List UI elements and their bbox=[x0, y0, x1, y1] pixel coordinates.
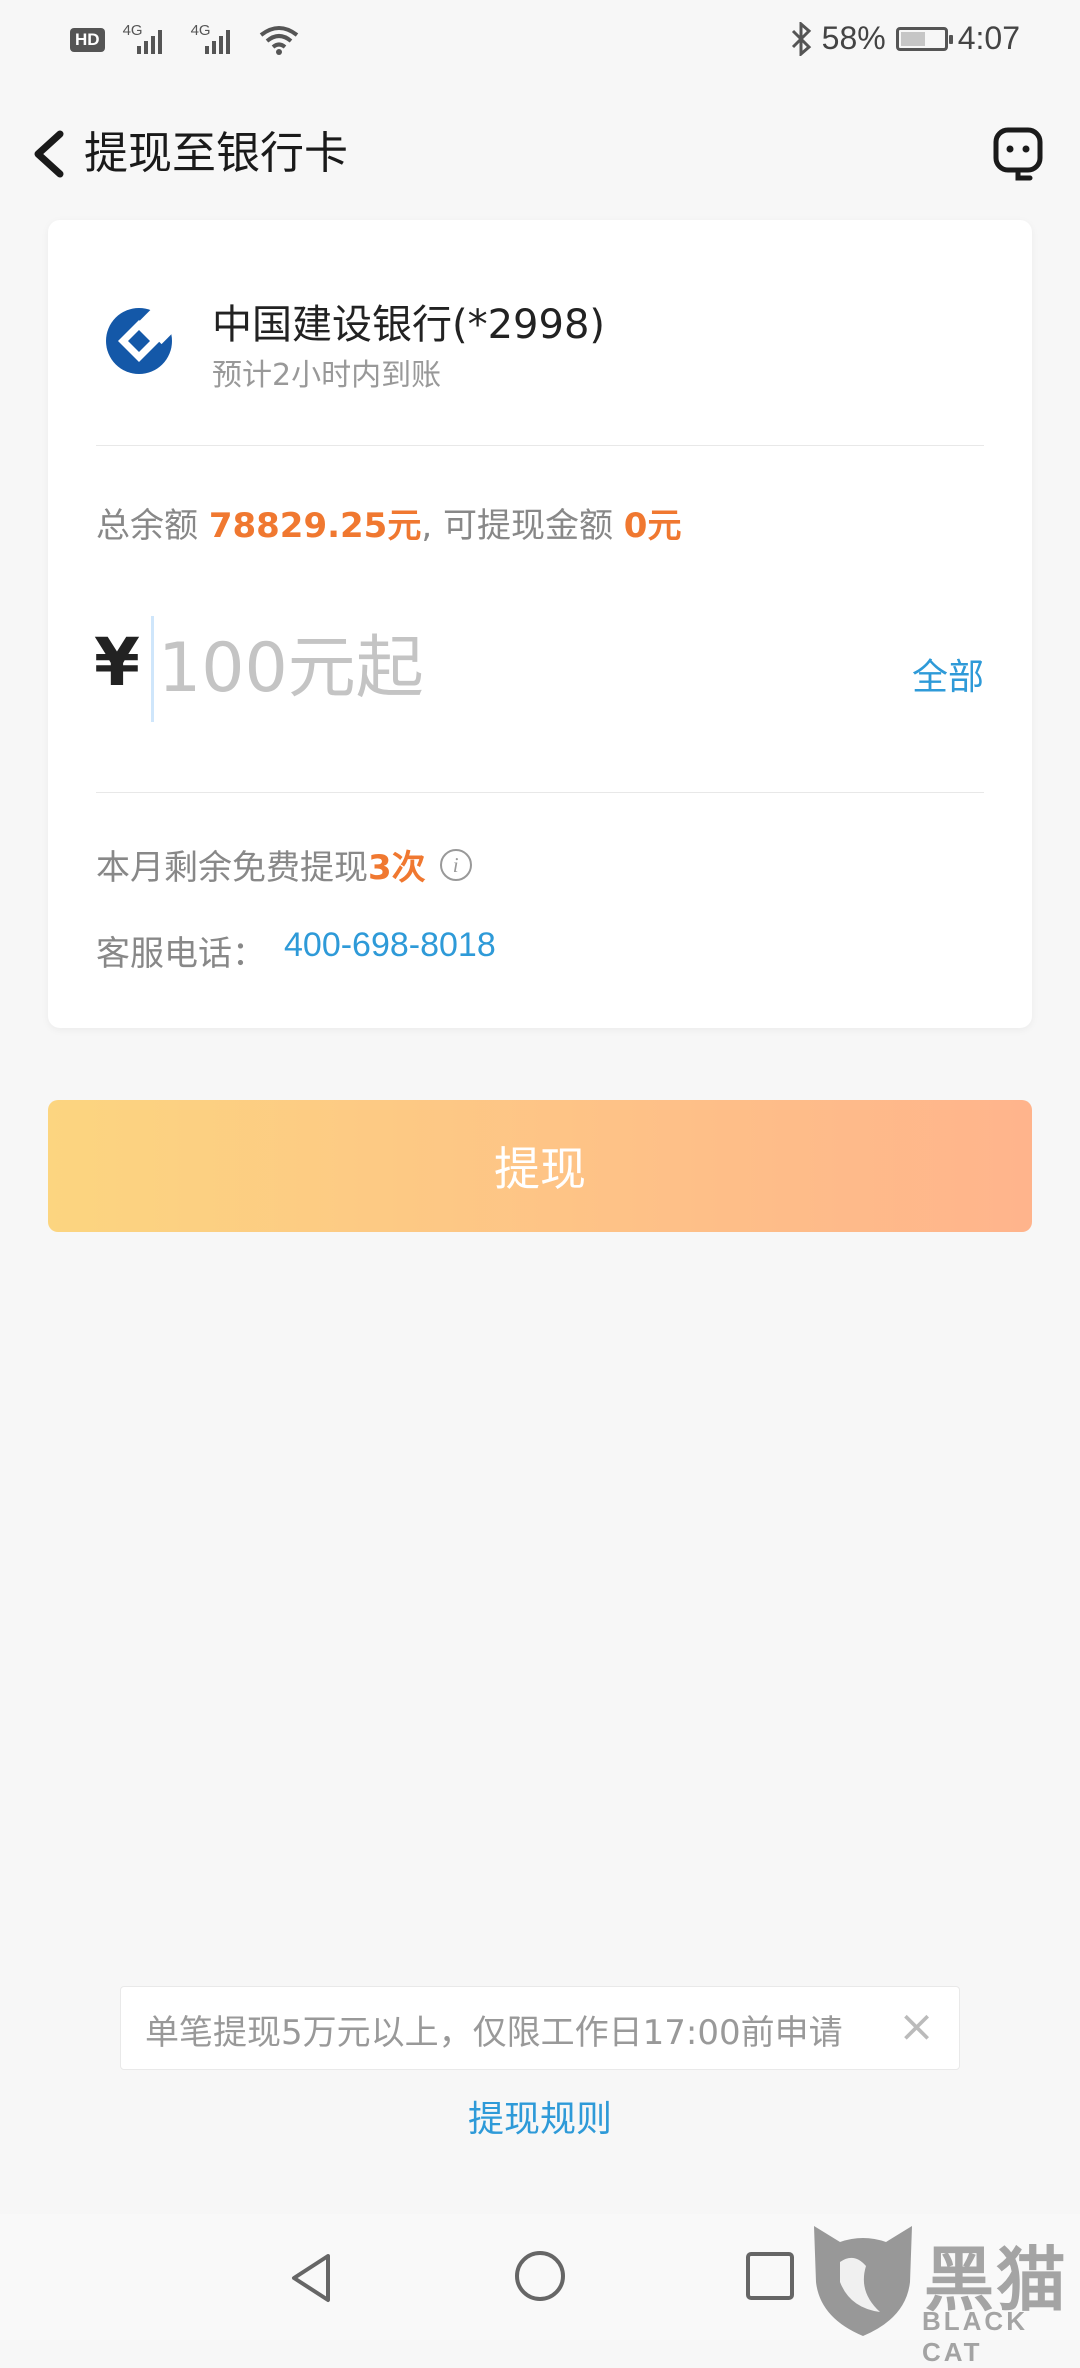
withdraw-button[interactable]: 提现 bbox=[48, 1100, 1032, 1232]
available-label: 可提现金额 bbox=[442, 506, 613, 546]
bluetooth-icon bbox=[791, 21, 811, 56]
total-balance-value: 78829.25元 bbox=[208, 506, 422, 546]
page-title: 提现至银行卡 bbox=[84, 128, 348, 179]
amount-input[interactable] bbox=[158, 618, 858, 718]
arrival-time: 预计2小时内到账 bbox=[212, 358, 442, 393]
divider bbox=[96, 445, 984, 446]
back-arrow-icon[interactable] bbox=[24, 124, 74, 184]
notice-banner: 单笔提现5万元以上，仅限工作日17:00前申请 × bbox=[120, 1986, 960, 2070]
nav-home-icon[interactable] bbox=[510, 2246, 570, 2306]
free-withdraw-line: 本月剩余免费提现 3次 i bbox=[96, 840, 472, 889]
customer-service-icon[interactable] bbox=[990, 124, 1048, 182]
notice-text: 单笔提现5万元以上，仅限工作日17:00前申请 bbox=[145, 2013, 843, 2053]
status-left: HD 4G 4G bbox=[70, 22, 299, 58]
nav-back-icon[interactable] bbox=[282, 2248, 342, 2308]
info-icon[interactable]: i bbox=[439, 848, 472, 881]
watermark-subtitle: BLACK CAT bbox=[922, 2306, 1028, 2367]
total-balance-label: 总余额 bbox=[96, 506, 198, 546]
service-phone-link[interactable]: 400-698-8018 bbox=[284, 926, 496, 965]
hd-badge: HD bbox=[70, 28, 105, 52]
divider bbox=[96, 792, 984, 793]
black-cat-watermark: 黑猫 BLACK CAT bbox=[806, 2220, 1080, 2367]
free-withdraw-count: 3次 bbox=[368, 848, 426, 888]
balance-line: 总余额 78829.25元, 可提现金额 0元 bbox=[96, 498, 681, 547]
withdraw-all-button[interactable]: 全部 bbox=[912, 648, 984, 700]
ccb-bank-logo-icon bbox=[106, 306, 174, 374]
available-value: 0元 bbox=[623, 506, 682, 546]
input-caret bbox=[151, 616, 154, 722]
battery-icon bbox=[895, 26, 953, 51]
cellular-signal-icon: 4G bbox=[123, 22, 173, 58]
cellular-signal-icon: 4G bbox=[191, 22, 241, 58]
cat-shield-logo-icon bbox=[814, 2226, 912, 2336]
battery-percent: 58% bbox=[821, 20, 886, 56]
status-right: 58% 4:07 bbox=[790, 20, 1020, 57]
status-bar: HD 4G 4G 58% 4:07 bbox=[0, 0, 1080, 90]
close-icon[interactable]: × bbox=[898, 1997, 935, 2057]
balance-separator: , bbox=[421, 506, 433, 546]
clock: 4:07 bbox=[957, 20, 1020, 56]
service-phone-label: 客服电话： bbox=[96, 934, 266, 974]
header: 提现至银行卡 bbox=[0, 90, 1080, 220]
withdraw-card: 中国建设银行(*2998) 预计2小时内到账 总余额 78829.25元, 可提… bbox=[48, 220, 1032, 1028]
bank-name: 中国建设银行(*2998) bbox=[212, 302, 606, 348]
currency-symbol: ¥ bbox=[94, 624, 140, 701]
nav-recent-apps-icon[interactable] bbox=[742, 2248, 798, 2304]
free-withdraw-label: 本月剩余免费提现 bbox=[96, 848, 368, 888]
withdraw-rules-link[interactable]: 提现规则 bbox=[0, 2090, 1080, 2142]
wifi-icon bbox=[259, 26, 298, 55]
